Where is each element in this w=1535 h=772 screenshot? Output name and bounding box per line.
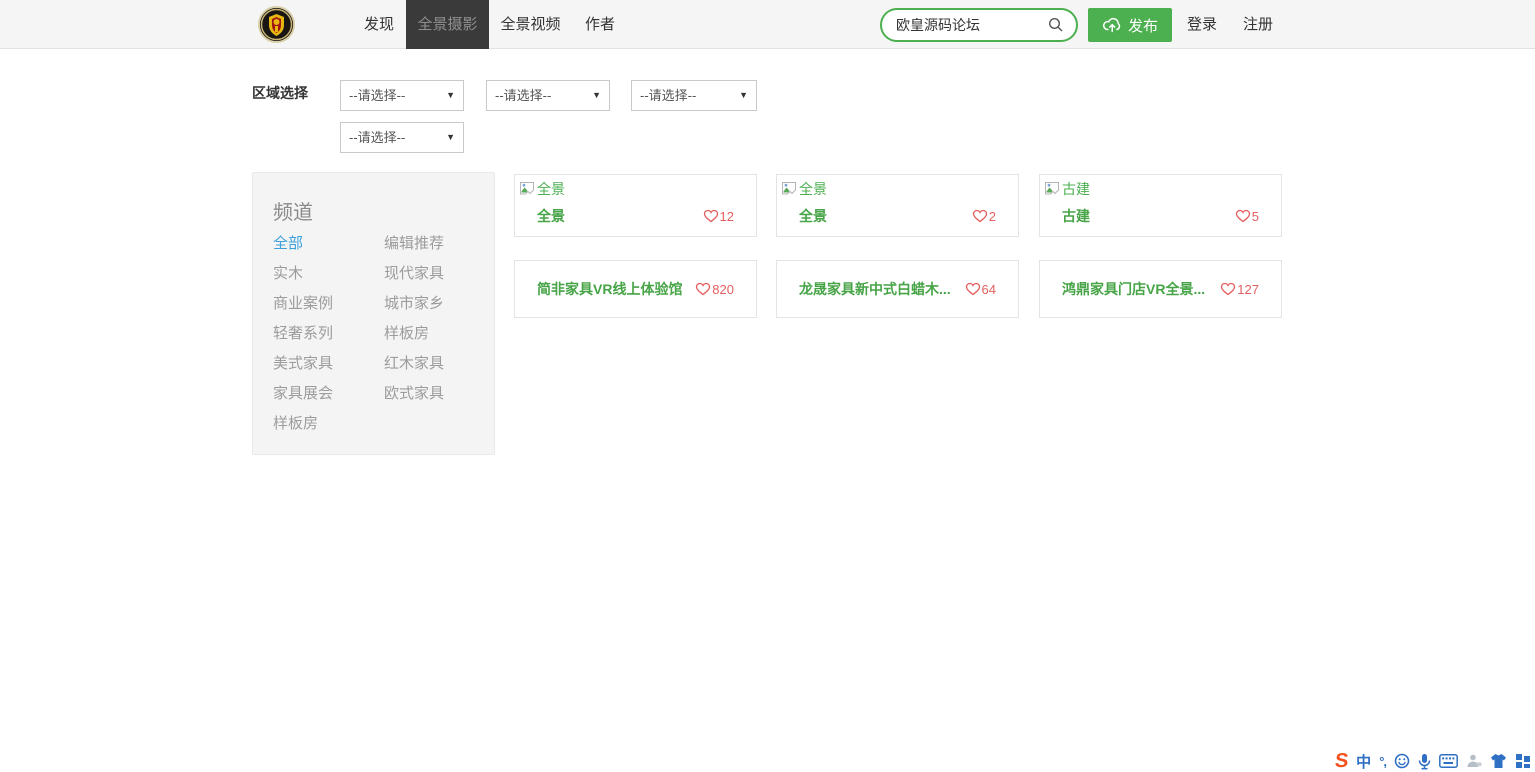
caret-down-icon: ▼ <box>446 81 455 110</box>
card-image-alt: 全景 <box>537 179 565 199</box>
channel-item[interactable]: 家具展会 <box>273 383 384 413</box>
emoji-icon[interactable] <box>1394 753 1410 769</box>
channel-panel-title: 频道 <box>273 196 313 225</box>
panorama-card[interactable]: 鸿鼎家具门店VR全景... 127 <box>1039 260 1282 318</box>
crest-logo-icon <box>260 8 293 41</box>
region-select-2[interactable]: --请选择-- ▼ <box>486 80 610 111</box>
region-select-4[interactable]: --请选择-- ▼ <box>340 122 464 153</box>
caret-down-icon: ▼ <box>592 81 601 110</box>
like-count: 64 <box>982 282 996 297</box>
channel-panel: 频道 全部 编辑推荐 实木 现代家具 商业案例 城市家乡 轻奢系列 样板房 美式… <box>252 172 495 455</box>
search-icon[interactable] <box>1048 17 1064 33</box>
card-image-alt: 全景 <box>799 179 827 199</box>
select-value: --请选择-- <box>349 88 405 103</box>
card-title[interactable]: 古建 <box>1062 206 1090 226</box>
channel-list: 全部 编辑推荐 实木 现代家具 商业案例 城市家乡 轻奢系列 样板房 美式家具 … <box>273 233 473 443</box>
panorama-card[interactable]: 全景 全景 2 <box>776 174 1019 237</box>
top-navbar: 发现 全景摄影 全景视频 作者 发布 登录 注册 <box>0 0 1535 49</box>
card-image-area: 全景 <box>515 175 756 197</box>
channel-item[interactable]: 实木 <box>273 263 384 293</box>
broken-image-icon <box>1044 181 1060 197</box>
nav-item-panorama-video[interactable]: 全景视频 <box>497 0 564 49</box>
search-box[interactable] <box>880 8 1078 42</box>
like-count: 12 <box>720 209 734 224</box>
broken-image-icon <box>519 181 535 197</box>
nav-item-discover[interactable]: 发现 <box>352 0 406 49</box>
panorama-card[interactable]: 简非家具VR线上体验馆 820 <box>514 260 757 318</box>
card-title[interactable]: 鸿鼎家具门店VR全景... <box>1062 279 1205 299</box>
caret-down-icon: ▼ <box>739 81 748 110</box>
caret-down-icon: ▼ <box>446 123 455 152</box>
login-link[interactable]: 登录 <box>1187 0 1217 49</box>
like-button[interactable]: 64 <box>965 282 996 297</box>
card-image-area: 全景 <box>777 175 1018 197</box>
broken-image-icon <box>781 181 797 197</box>
account-icon[interactable] <box>1466 753 1482 769</box>
channel-item[interactable]: 美式家具 <box>273 353 384 383</box>
page: 发现 全景摄影 全景视频 作者 发布 登录 注册 区域选择 --请选择-- ▼ <box>0 0 1535 772</box>
channel-item[interactable]: 样板房 <box>384 323 476 353</box>
select-value: --请选择-- <box>640 88 696 103</box>
card-title[interactable]: 全景 <box>799 206 827 226</box>
chinese-english-toggle-icon[interactable]: 中 <box>1356 751 1371 772</box>
like-button[interactable]: 12 <box>703 209 734 224</box>
channel-item[interactable]: 样板房 <box>273 413 384 443</box>
channel-item[interactable]: 欧式家具 <box>384 383 476 413</box>
region-select-3[interactable]: --请选择-- ▼ <box>631 80 757 111</box>
toolbox-grid-icon[interactable] <box>1515 753 1531 769</box>
heart-icon <box>695 282 711 296</box>
like-button[interactable]: 127 <box>1220 282 1259 297</box>
skin-tshirt-icon[interactable] <box>1490 753 1507 769</box>
like-button[interactable]: 820 <box>695 282 734 297</box>
card-title[interactable]: 简非家具VR线上体验馆 <box>537 279 682 299</box>
panorama-card[interactable]: 全景 全景 12 <box>514 174 757 237</box>
like-count: 127 <box>1237 282 1259 297</box>
register-link[interactable]: 注册 <box>1243 0 1273 49</box>
publish-label: 发布 <box>1128 15 1158 36</box>
panorama-card[interactable]: 龙晟家具新中式白蜡木... 64 <box>776 260 1019 318</box>
panorama-card[interactable]: 古建 古建 5 <box>1039 174 1282 237</box>
keyboard-icon[interactable] <box>1439 754 1458 768</box>
heart-icon <box>1235 209 1251 223</box>
search-input[interactable] <box>896 12 1046 38</box>
region-filter-label: 区域选择 <box>252 83 308 103</box>
nav-item-author[interactable]: 作者 <box>580 0 620 49</box>
publish-button[interactable]: 发布 <box>1088 8 1172 42</box>
channel-item[interactable]: 城市家乡 <box>384 293 476 323</box>
region-select-1[interactable]: --请选择-- ▼ <box>340 80 464 111</box>
like-button[interactable]: 5 <box>1235 209 1259 224</box>
heart-icon <box>972 209 988 223</box>
select-value: --请选择-- <box>349 130 405 145</box>
channel-item[interactable]: 编辑推荐 <box>384 233 476 263</box>
cloud-upload-icon <box>1102 16 1122 34</box>
microphone-icon[interactable] <box>1418 753 1431 770</box>
channel-item-all[interactable]: 全部 <box>273 233 384 263</box>
channel-item[interactable]: 现代家具 <box>384 263 476 293</box>
card-title[interactable]: 全景 <box>537 206 565 226</box>
like-count: 5 <box>1252 209 1259 224</box>
select-value: --请选择-- <box>495 88 551 103</box>
site-logo[interactable] <box>258 6 295 43</box>
card-image-alt: 古建 <box>1062 179 1090 199</box>
heart-icon <box>965 282 981 296</box>
card-title[interactable]: 龙晟家具新中式白蜡木... <box>799 279 951 299</box>
card-image-area: 古建 <box>1040 175 1281 197</box>
ime-toolbar: S 中 °, <box>1335 751 1531 771</box>
channel-item[interactable]: 红木家具 <box>384 353 476 383</box>
like-count: 2 <box>989 209 996 224</box>
like-count: 820 <box>712 282 734 297</box>
channel-item[interactable]: 商业案例 <box>273 293 384 323</box>
punctuation-toggle-icon[interactable]: °, <box>1379 754 1386 769</box>
heart-icon <box>703 209 719 223</box>
heart-icon <box>1220 282 1236 296</box>
like-button[interactable]: 2 <box>972 209 996 224</box>
sogou-logo-icon[interactable]: S <box>1334 751 1349 771</box>
nav-item-panorama-photo[interactable]: 全景摄影 <box>406 0 489 49</box>
channel-item[interactable]: 轻奢系列 <box>273 323 384 353</box>
